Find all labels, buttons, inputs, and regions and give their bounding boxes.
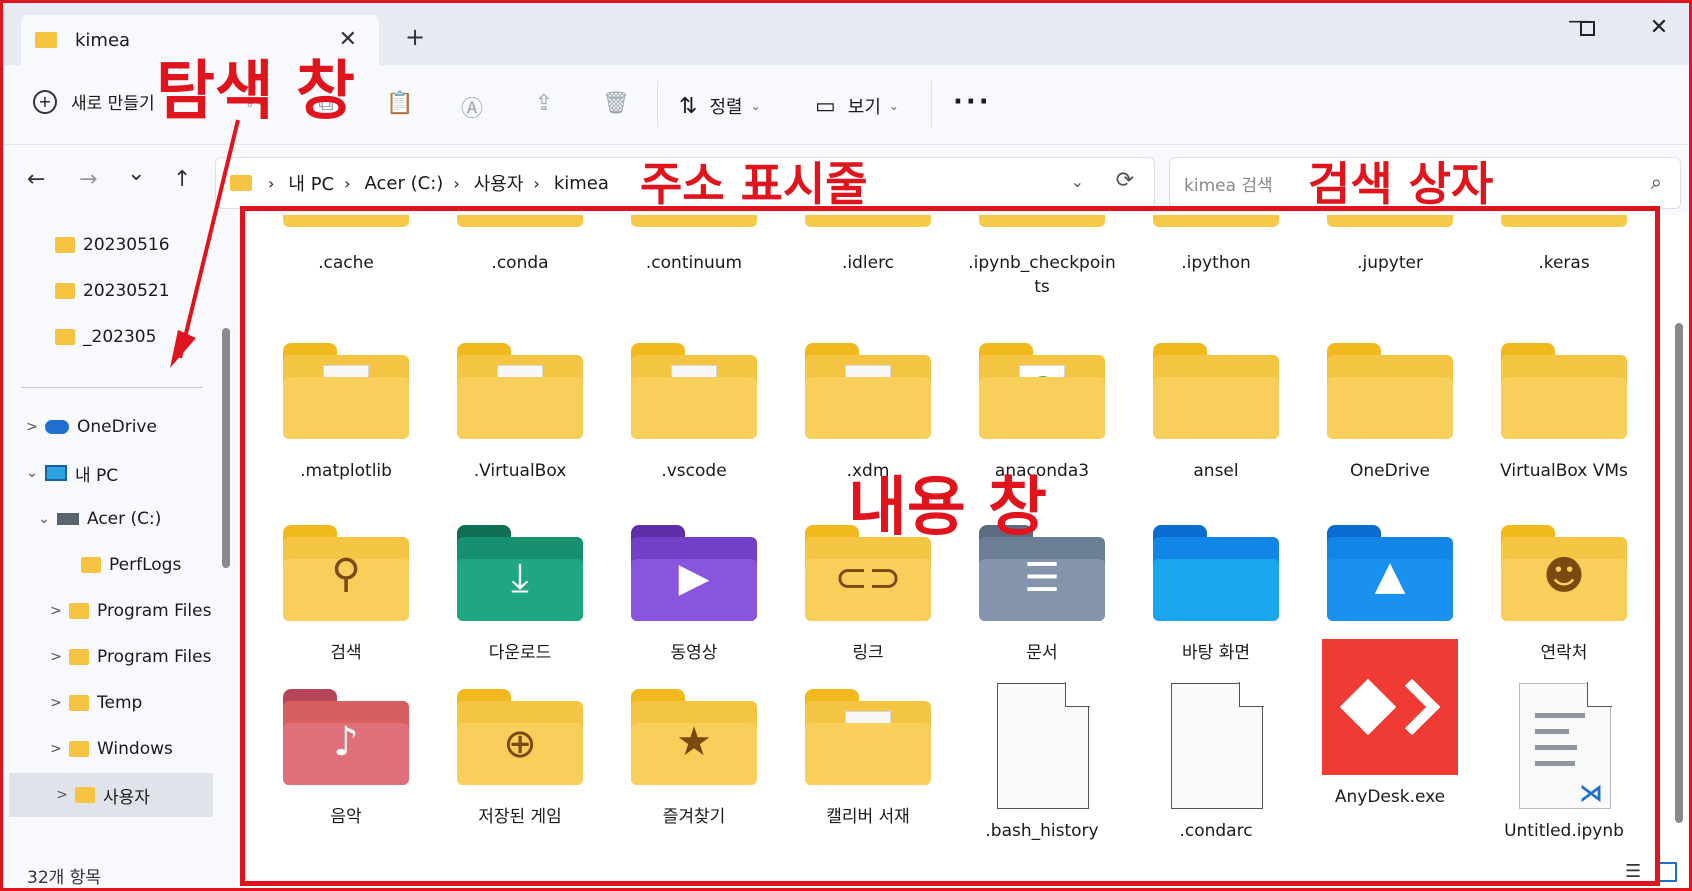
content-annotation: 내용 창 xyxy=(848,471,1047,545)
address-annotation: 주소 표시줄 xyxy=(640,157,868,211)
annotation-arrow xyxy=(170,119,240,368)
search-annotation: 검색 상자 xyxy=(1308,157,1494,211)
